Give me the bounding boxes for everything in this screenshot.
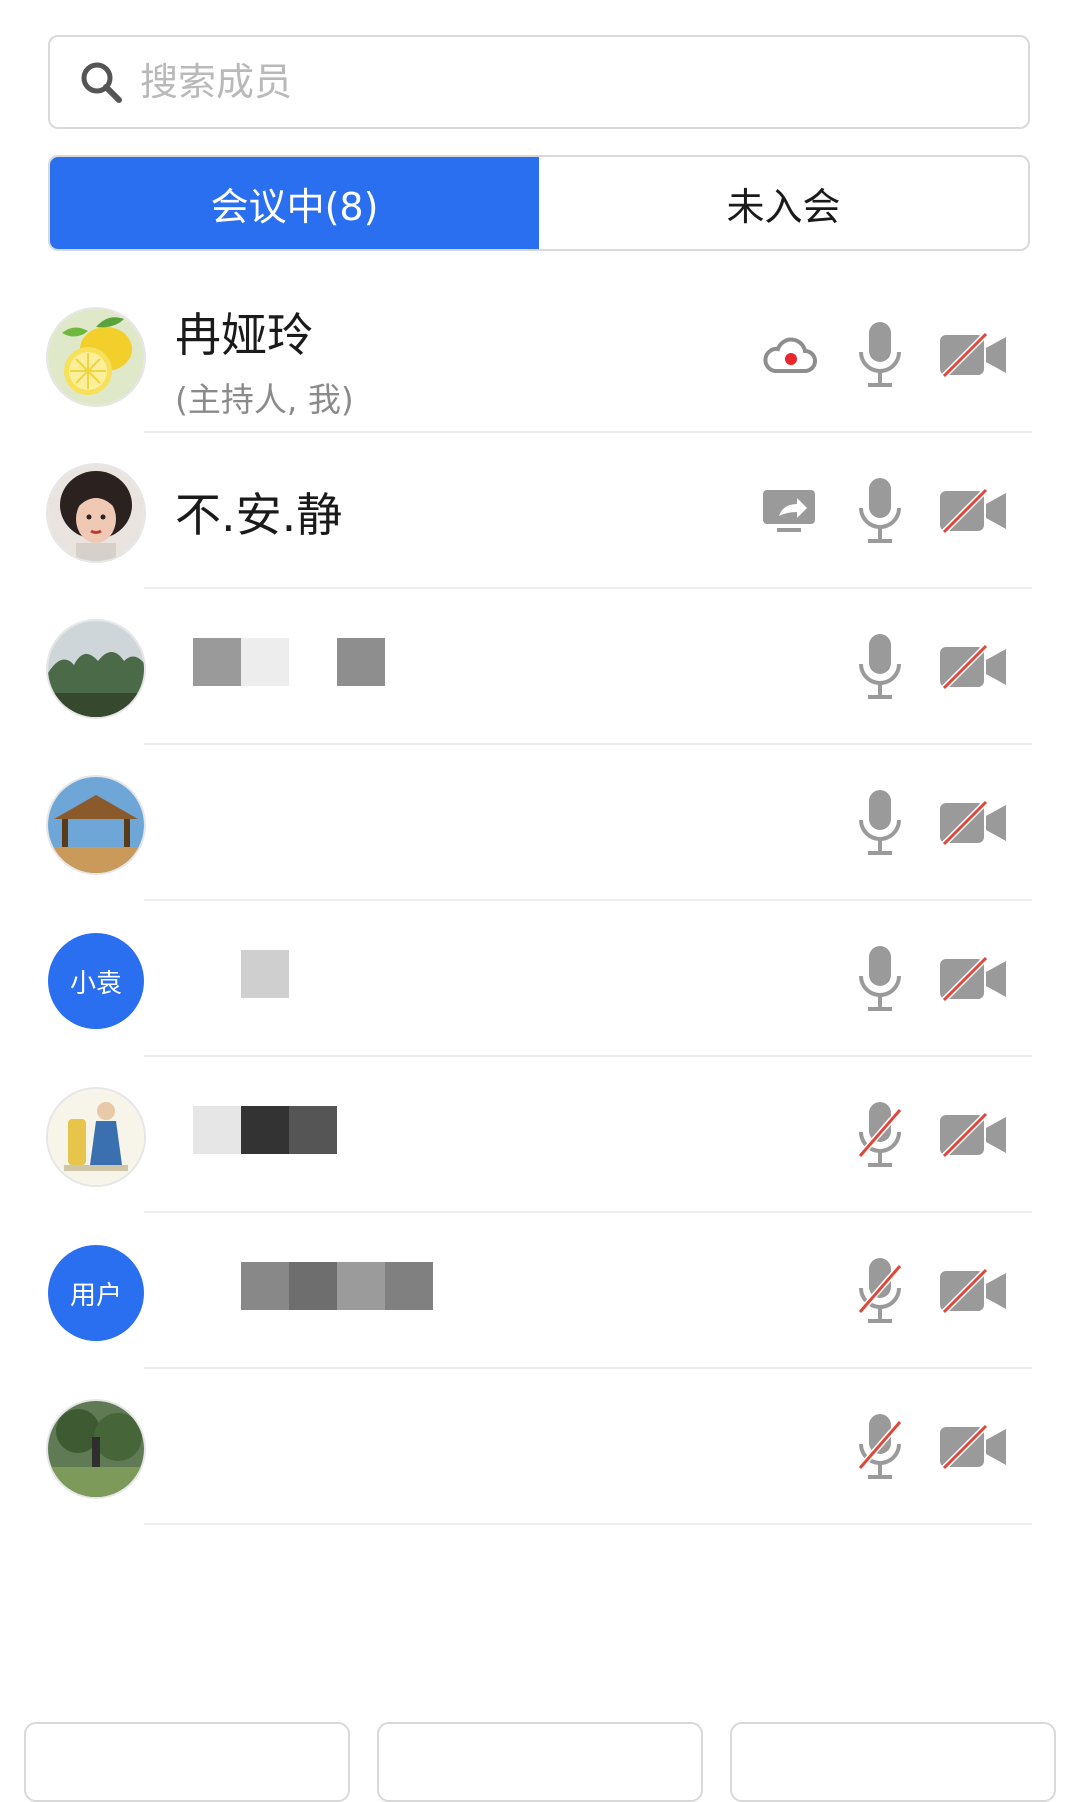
microphone-icon[interactable] [852,631,908,703]
microphone-off-icon[interactable] [852,1411,908,1483]
camera-off-icon[interactable] [936,797,1010,849]
bottom-action-bar [24,1722,1056,1802]
avatar: 小袁 [48,933,144,1029]
avatar: 用户 [48,1245,144,1341]
camera-off-icon[interactable] [936,329,1010,381]
redacted-name-block [289,1262,337,1310]
row-divider [144,1523,1032,1525]
participant-row[interactable] [0,589,1080,745]
camera-off-icon[interactable] [936,485,1010,537]
tab-not-joined[interactable]: 未入会 [539,157,1028,249]
redacted-name-block [241,1262,289,1310]
participant-row[interactable]: 冉娅玲 (主持人, 我) [0,277,1080,433]
avatar [48,621,144,717]
redacted-name-block [385,1262,433,1310]
microphone-icon[interactable] [852,787,908,859]
bottom-action-button[interactable] [24,1722,350,1802]
cloud-record-icon [758,329,820,381]
participant-name: 冉娅玲 [175,308,313,362]
participant-name: 不.安.静 [175,488,343,542]
avatar [48,777,144,873]
participant-row[interactable] [0,1057,1080,1213]
participant-row[interactable]: 不.安.静 [0,433,1080,589]
bottom-action-button[interactable] [730,1722,1056,1802]
participant-row[interactable] [0,745,1080,901]
avatar [48,1401,144,1497]
redacted-name-block [337,638,385,686]
avatar [48,1089,144,1185]
participant-row[interactable] [0,1369,1080,1525]
redacted-name-block [241,638,289,686]
search-bar[interactable] [48,35,1030,129]
redacted-name-block [193,1106,241,1154]
participant-row[interactable]: 小袁 [0,901,1080,1057]
redacted-name-block [289,1106,337,1154]
redacted-name-block [337,1262,385,1310]
microphone-icon[interactable] [852,475,908,547]
search-input[interactable] [138,59,962,105]
redacted-name-block [193,638,241,686]
avatar [48,465,144,561]
bottom-action-button[interactable] [377,1722,703,1802]
camera-off-icon[interactable] [936,1109,1010,1161]
participant-role: (主持人, 我) [175,380,354,419]
participant-list: 冉娅玲 (主持人, 我) 不.安.静 小袁 用户 [0,277,1080,1525]
tab-bar: 会议中(8) 未入会 [48,155,1030,251]
avatar [48,309,144,405]
participant-row[interactable]: 用户 [0,1213,1080,1369]
camera-off-icon[interactable] [936,953,1010,1005]
tab-in-meeting[interactable]: 会议中(8) [50,157,539,249]
camera-off-icon[interactable] [936,641,1010,693]
camera-off-icon[interactable] [936,1421,1010,1473]
search-icon [76,57,126,107]
microphone-icon[interactable] [852,943,908,1015]
redacted-name-block [241,1106,289,1154]
microphone-icon[interactable] [852,319,908,391]
camera-off-icon[interactable] [936,1265,1010,1317]
screen-share-icon [758,485,820,537]
microphone-off-icon[interactable] [852,1255,908,1327]
microphone-off-icon[interactable] [852,1099,908,1171]
redacted-name-block [241,950,289,998]
